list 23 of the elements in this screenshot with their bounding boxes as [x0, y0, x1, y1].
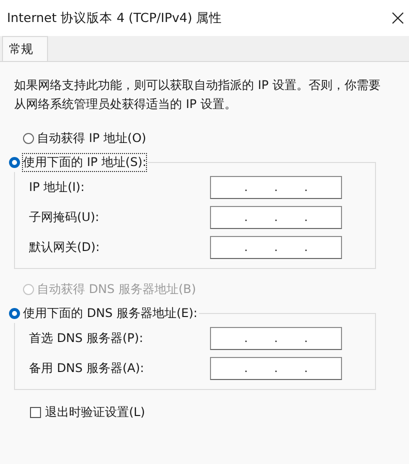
radio-button[interactable]: [9, 156, 20, 168]
checkbox[interactable]: [30, 407, 41, 418]
field-label: 备用 DNS 服务器(A):: [29, 360, 144, 376]
ip-address-field[interactable]: . . .: [210, 356, 342, 380]
field-label: 默认网关(D):: [29, 238, 100, 256]
radio-label: 自动获得 IP 地址(O): [37, 130, 146, 146]
radio-label: 使用下面的 DNS 服务器地址(E):: [23, 304, 198, 322]
radio-label: 使用下面的 IP 地址(S):: [23, 154, 146, 170]
radio-button[interactable]: [23, 132, 34, 144]
field-label: 首选 DNS 服务器(P):: [29, 330, 144, 346]
intro-text: 如果网络支持此功能，则可以获取自动指派的 IP 设置。否则，你需要从网络系统管理员处获得适当的 IP 设置。: [14, 77, 382, 113]
radio-label: 自动获得 DNS 服务器地址(B): [37, 280, 196, 298]
field-label: IP 地址(I):: [29, 178, 85, 196]
radio-button[interactable]: [9, 308, 20, 318]
tab[interactable]: 常规: [2, 36, 48, 61]
checkbox-label: 退出时验证设置(L): [45, 404, 146, 421]
close-button[interactable]: ×: [388, 6, 409, 30]
ip-address-field[interactable]: . . .: [210, 206, 342, 228]
ip-address-field[interactable]: . . .: [210, 236, 342, 258]
field-label: 子网掩码(U):: [29, 208, 100, 226]
ip-address-field[interactable]: . . .: [210, 176, 342, 198]
ip-address-field[interactable]: . . .: [210, 326, 342, 350]
window-title: Internet 协议版本 4 (TCP/IPv4) 属性: [7, 10, 222, 26]
